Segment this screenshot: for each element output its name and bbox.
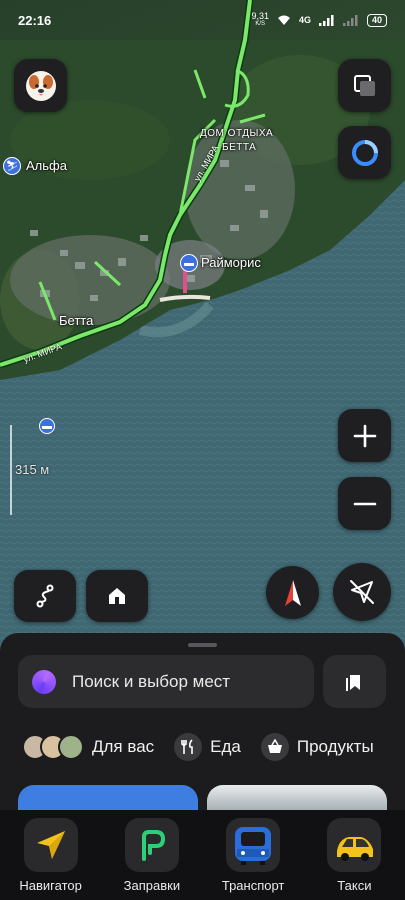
signal-icon xyxy=(318,14,334,26)
for-you-avatars xyxy=(22,734,84,760)
map-scale-bar xyxy=(10,425,12,515)
hotel-bed-icon-2[interactable]: ▬ xyxy=(39,418,55,434)
bottom-sheet[interactable]: Поиск и выбор мест Для вас Еда Продукты xyxy=(0,633,405,813)
speed-unit: K/S xyxy=(255,21,266,27)
taxi-car-icon xyxy=(327,818,382,872)
my-location-button[interactable] xyxy=(333,563,391,621)
sheet-grabber[interactable] xyxy=(188,643,217,647)
wifi-icon xyxy=(277,15,290,25)
category-label: Продукты xyxy=(296,737,374,756)
status-bar: 22:16 9,31 K/S 4G 40 xyxy=(0,0,405,40)
plus-icon xyxy=(353,424,376,447)
bus-icon xyxy=(226,818,281,872)
category-food[interactable]: Еда xyxy=(174,733,241,761)
dog-avatar-icon xyxy=(25,70,56,101)
nav-fuel[interactable]: Заправки xyxy=(104,810,200,900)
zoom-out-button[interactable] xyxy=(338,477,391,530)
promo-card-blue[interactable] xyxy=(18,785,198,813)
promo-card-photo[interactable] xyxy=(207,785,387,813)
map-scale-label: 315 м xyxy=(15,462,50,477)
minus-icon xyxy=(353,502,376,505)
category-for-you[interactable]: Для вас xyxy=(22,734,154,760)
map-view[interactable]: 22:16 9,31 K/S 4G 40 ⛷ Альфа ДОМ ОТДЫХА … xyxy=(0,0,405,660)
map-label-alfa[interactable]: Альфа xyxy=(26,158,67,173)
nav-taxi[interactable]: Такси xyxy=(306,810,402,900)
basket-icon xyxy=(260,733,289,761)
category-label: Еда xyxy=(210,737,241,756)
compass-button[interactable] xyxy=(266,566,319,619)
nav-label: Транспорт xyxy=(221,878,285,893)
nav-transport[interactable]: Транспорт xyxy=(205,810,301,900)
bookmarks-icon xyxy=(345,674,360,691)
network-speed: 9,31 K/S xyxy=(251,12,269,28)
search-field[interactable]: Поиск и выбор мест xyxy=(18,655,314,708)
layers-icon xyxy=(353,74,375,96)
alice-ring-icon xyxy=(351,139,378,166)
bookmarks-button[interactable] xyxy=(323,655,386,708)
category-label: Для вас xyxy=(92,737,155,756)
route-icon xyxy=(36,584,54,608)
alice-assistant-button[interactable] xyxy=(338,126,391,179)
battery-indicator: 40 xyxy=(366,13,387,27)
route-button[interactable] xyxy=(14,570,76,622)
status-icons: 9,31 K/S 4G 40 xyxy=(251,12,387,28)
profile-avatar-button[interactable] xyxy=(14,59,67,112)
fork-knife-icon xyxy=(174,733,203,761)
nav-label: Навигатор xyxy=(19,878,82,893)
category-row: Для вас Еда Продукты xyxy=(22,733,374,761)
search-placeholder: Поиск и выбор мест xyxy=(72,671,231,691)
location-off-icon xyxy=(350,580,374,604)
nav-label: Такси xyxy=(337,878,372,893)
map-label-raymoris[interactable]: Райморис xyxy=(201,255,261,270)
layers-button[interactable] xyxy=(338,59,391,112)
fuel-p-icon xyxy=(124,818,179,872)
category-groceries[interactable]: Продукты xyxy=(260,733,374,761)
zoom-in-button[interactable] xyxy=(338,409,391,462)
network-type: 4G xyxy=(298,15,311,25)
bottom-navigation: Навигатор Заправки Транспорт Такси xyxy=(0,810,405,900)
map-label-dom-otdykha-betta[interactable]: БЕТТА xyxy=(222,142,256,153)
map-label-dom-otdykha[interactable]: ДОМ ОТДЫХА xyxy=(200,128,273,139)
hotel-bed-icon[interactable]: ▬ xyxy=(180,254,198,272)
map-label-betta[interactable]: Бетта xyxy=(59,313,93,328)
speed-value: 9,31 xyxy=(251,11,269,21)
navigator-arrow-icon xyxy=(23,818,78,872)
home-button[interactable] xyxy=(86,570,148,622)
nav-label: Заправки xyxy=(123,878,181,893)
compass-icon xyxy=(284,579,301,606)
signal-icon-2 xyxy=(342,14,358,26)
avatar xyxy=(58,734,84,760)
status-time: 22:16 xyxy=(18,12,52,28)
alice-logo-icon xyxy=(32,669,56,694)
ski-lift-icon[interactable]: ⛷ xyxy=(3,157,21,175)
nav-navigator[interactable]: Навигатор xyxy=(3,810,99,900)
home-icon xyxy=(109,588,125,604)
